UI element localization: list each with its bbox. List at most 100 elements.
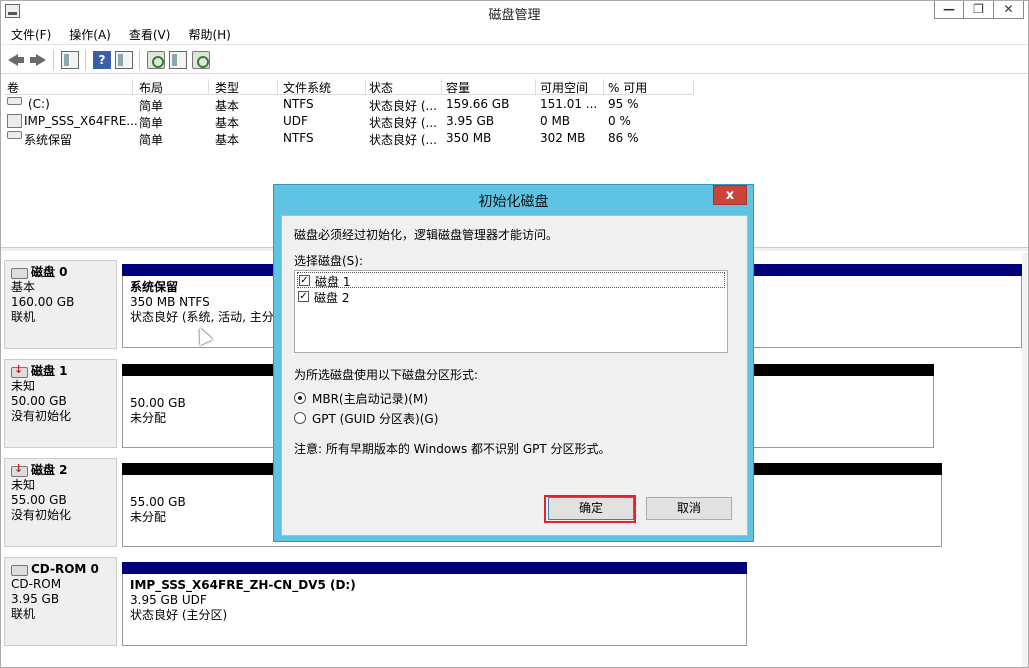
disk-name: CD-ROM 0: [11, 562, 110, 577]
title-bar[interactable]: 磁盘管理 — ❐ ✕: [1, 1, 1028, 23]
disk-state: 没有初始化: [11, 508, 72, 522]
help-icon[interactable]: ?: [93, 51, 111, 69]
partition-cdrom[interactable]: IMP_SSS_X64FRE_ZH-CN_DV5 (D:) 3.95 GB UD…: [122, 562, 747, 646]
list-item-disk-1[interactable]: ✓ 磁盘 1: [297, 272, 725, 289]
volume-status: 状态良好 (...: [369, 99, 437, 113]
partition-bar: [122, 562, 747, 574]
dialog-intro-text: 磁盘必须经过初始化，逻辑磁盘管理器才能访问。: [294, 228, 559, 242]
menu-help[interactable]: 帮助(H): [178, 23, 238, 44]
volume-layout: 简单: [139, 116, 164, 130]
mbr-radio-label[interactable]: MBR(主启动记录)(M): [312, 390, 428, 407]
dialog-title: 初始化磁盘: [478, 194, 549, 210]
column-header-type[interactable]: 类型: [212, 79, 278, 95]
column-header-percent-free[interactable]: % 可用: [605, 79, 694, 95]
disk-state: 联机: [11, 310, 36, 324]
console-tree-icon[interactable]: [61, 51, 79, 69]
partition-style-label: 为所选磁盘使用以下磁盘分区形式:: [294, 368, 479, 382]
volume-layout: 简单: [139, 99, 164, 113]
dialog-close-button[interactable]: x: [713, 185, 747, 205]
disk-0-label[interactable]: 磁盘 0 基本 160.00 GB 联机: [4, 260, 117, 349]
properties-icon[interactable]: [192, 51, 210, 69]
drive-icon: [7, 97, 22, 105]
cancel-button[interactable]: 取消: [646, 497, 732, 520]
disk-kind: 未知: [11, 379, 36, 393]
volume-free-space: 151.01 ...: [540, 97, 598, 111]
volume-status: 状态良好 (...: [369, 116, 437, 130]
volume-capacity: 3.95 GB: [446, 114, 495, 128]
volume-free-space: 0 MB: [540, 114, 571, 128]
initialize-disk-dialog: 初始化磁盘 x 磁盘必须经过初始化，逻辑磁盘管理器才能访问。 选择磁盘(S): …: [273, 184, 754, 542]
partition-title: IMP_SSS_X64FRE_ZH-CN_DV5 (D:): [130, 578, 356, 592]
volume-filesystem: NTFS: [283, 131, 314, 145]
table-row[interactable]: IMP_SSS_X64FRE... 简单 基本 UDF 状态良好 (... 3.…: [4, 113, 704, 130]
volume-capacity: 159.66 GB: [446, 97, 510, 111]
column-header-layout[interactable]: 布局: [136, 79, 209, 95]
volume-capacity: 350 MB: [446, 131, 492, 145]
partition-status: 状态良好 (主分区): [130, 608, 228, 622]
menu-action[interactable]: 操作(A): [59, 23, 119, 44]
back-arrow-icon[interactable]: [7, 51, 25, 69]
volume-type: 基本: [215, 133, 240, 147]
menu-view[interactable]: 查看(V): [119, 23, 179, 44]
disk-name: 磁盘 0: [11, 265, 110, 280]
forward-arrow-icon[interactable]: [29, 51, 47, 69]
volume-list-header: 卷 布局 类型 文件系统 状态 容量 可用空间 % 可用: [4, 77, 694, 95]
gpt-compatibility-note: 注意: 所有早期版本的 Windows 都不识别 GPT 分区形式。: [294, 442, 611, 456]
action-pane-icon[interactable]: [115, 51, 133, 69]
volume-layout: 简单: [139, 133, 164, 147]
gpt-radio[interactable]: [294, 412, 306, 424]
volume-free-space: 302 MB: [540, 131, 586, 145]
disk-size: 160.00 GB: [11, 295, 75, 309]
table-row[interactable]: (C:) 简单 基本 NTFS 状态良好 (... 159.66 GB 151.…: [4, 96, 704, 113]
disk-state: 联机: [11, 607, 36, 621]
disk-2-label: 磁盘 2: [314, 291, 350, 305]
refresh-icon[interactable]: [147, 51, 165, 69]
disk-2-label[interactable]: 磁盘 2 未知 55.00 GB 没有初始化: [4, 458, 117, 547]
disk-1-label[interactable]: 磁盘 1 未知 50.00 GB 没有初始化: [4, 359, 117, 448]
disk-state: 没有初始化: [11, 409, 72, 423]
restore-button[interactable]: ❐: [964, 1, 994, 19]
cdrom-0-label[interactable]: CD-ROM 0 CD-ROM 3.95 GB 联机: [4, 557, 117, 646]
disk-size: 50.00 GB: [11, 394, 67, 408]
column-header-free-space[interactable]: 可用空间: [537, 79, 604, 95]
volume-filesystem: NTFS: [283, 97, 314, 111]
disk-2-checkbox[interactable]: ✓: [298, 291, 309, 302]
toolbar-separator: [53, 50, 54, 70]
toolbar-separator: [85, 50, 86, 70]
disk-name: 磁盘 2: [11, 461, 110, 478]
select-disk-label: 选择磁盘(S):: [294, 254, 364, 268]
menu-bar: 文件(F) 操作(A) 查看(V) 帮助(H): [1, 23, 1028, 44]
volume-name: (C:): [28, 97, 50, 111]
toolbar: ?: [1, 44, 1028, 74]
rescan-disks-icon[interactable]: [169, 51, 187, 69]
minimize-button[interactable]: —: [934, 1, 964, 19]
window-title: 磁盘管理: [488, 8, 541, 23]
disk-1-checkbox[interactable]: ✓: [299, 275, 310, 286]
cd-icon: [7, 114, 22, 128]
column-header-capacity[interactable]: 容量: [443, 79, 536, 95]
column-header-volume[interactable]: 卷: [4, 79, 133, 95]
volume-name: 系统保留: [24, 133, 73, 147]
mbr-radio[interactable]: [294, 392, 306, 404]
column-header-filesystem[interactable]: 文件系统: [280, 79, 366, 95]
volume-type: 基本: [215, 116, 240, 130]
volume-status: 状态良好 (...: [369, 133, 437, 147]
dialog-body: 磁盘必须经过初始化，逻辑磁盘管理器才能访问。 选择磁盘(S): ✓ 磁盘 1 ✓…: [281, 215, 748, 536]
vertical-scrollbar[interactable]: [1022, 253, 1028, 667]
close-button[interactable]: ✕: [994, 1, 1024, 19]
partition-size: 3.95 GB UDF: [130, 593, 207, 607]
disk-kind: 基本: [11, 280, 36, 294]
volume-percent-free: 95 %: [608, 97, 639, 111]
volume-name: IMP_SSS_X64FRE...: [24, 114, 138, 128]
menu-file[interactable]: 文件(F): [1, 23, 59, 44]
table-row[interactable]: 系统保留 简单 基本 NTFS 状态良好 (... 350 MB 302 MB …: [4, 130, 704, 147]
disk-kind: 未知: [11, 478, 36, 492]
disk-select-list[interactable]: ✓ 磁盘 1 ✓ 磁盘 2: [294, 270, 728, 353]
column-header-status[interactable]: 状态: [366, 79, 442, 95]
list-item-disk-2[interactable]: ✓ 磁盘 2: [297, 289, 725, 305]
ok-button-highlight: [544, 495, 636, 523]
drive-icon: [7, 131, 22, 139]
disk-name: 磁盘 1: [11, 362, 110, 379]
gpt-radio-label[interactable]: GPT (GUID 分区表)(G): [312, 410, 438, 427]
disk-size: 3.95 GB: [11, 592, 60, 606]
